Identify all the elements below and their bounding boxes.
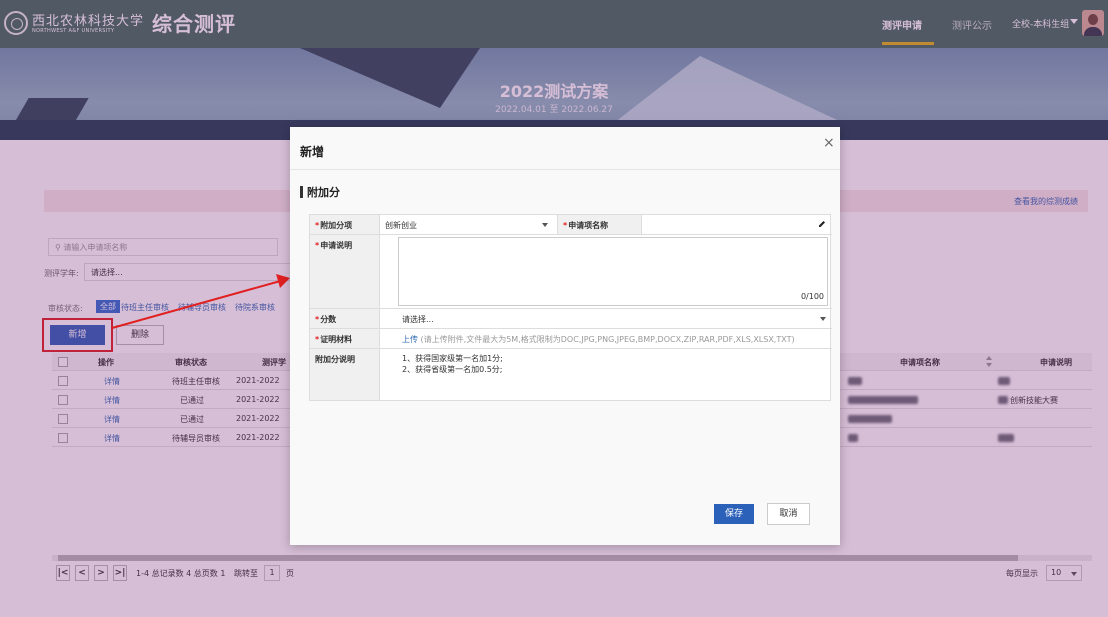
item-name-label: *申请项名称 <box>558 215 642 235</box>
close-icon[interactable]: × <box>823 135 835 151</box>
chevron-down-icon <box>820 317 826 321</box>
description-label: *申请说明 <box>310 235 380 309</box>
dialog-divider <box>290 169 840 170</box>
description-label-text: 申请说明 <box>320 241 353 250</box>
evidence-label-text: 证明材料 <box>320 335 353 344</box>
required-mark: * <box>315 241 320 250</box>
bonus-note-line: 1、获得国家级第一名加1分; <box>402 354 503 363</box>
required-mark: * <box>315 335 320 344</box>
upload-hint: (请上传附件,文件最大为5M,格式限制为DOC,JPG,PNG,JPEG,BMP… <box>420 335 795 344</box>
item-name-input[interactable] <box>642 215 832 235</box>
bonus-notes-label: 附加分说明 <box>310 349 380 401</box>
item-name-label-text: 申请项名称 <box>568 221 609 230</box>
score-value: 请选择... <box>402 315 434 324</box>
upload-link[interactable]: 上传 <box>402 335 418 344</box>
score-label-text: 分数 <box>320 315 337 324</box>
cancel-button[interactable]: 取消 <box>767 503 810 525</box>
category-label: *附加分项 <box>310 215 380 235</box>
required-mark: * <box>563 221 568 230</box>
evidence-field: 上传 (请上传附件,文件最大为5M,格式限制为DOC,JPG,PNG,JPEG,… <box>380 329 832 349</box>
required-mark: * <box>315 315 320 324</box>
bonus-note-line: 2、获得省级第一名加0.5分; <box>402 365 503 374</box>
add-dialog: 新增 × 附加分 *附加分项 创新创业 *申请项名称 *申请说明 0/100 *… <box>290 127 840 545</box>
required-mark: * <box>315 221 320 230</box>
pencil-icon[interactable] <box>818 220 826 228</box>
category-value: 创新创业 <box>385 221 417 230</box>
category-label-text: 附加分项 <box>320 221 353 230</box>
evidence-label: *证明材料 <box>310 329 380 349</box>
dialog-title: 新增 <box>300 145 325 159</box>
category-select[interactable]: 创新创业 <box>380 215 558 235</box>
score-label: *分数 <box>310 309 380 329</box>
section-marker <box>300 186 303 198</box>
section-title: 附加分 <box>307 186 340 199</box>
score-select[interactable]: 请选择... <box>380 309 832 329</box>
bonus-form: *附加分项 创新创业 *申请项名称 *申请说明 0/100 *分数 请选择...… <box>309 214 832 401</box>
description-textarea[interactable] <box>398 237 828 306</box>
chevron-down-icon <box>542 223 548 227</box>
save-button[interactable]: 保存 <box>714 504 754 524</box>
char-counter: 0/100 <box>800 292 824 301</box>
bonus-notes: 1、获得国家级第一名加1分; 2、获得省级第一名加0.5分; <box>380 349 832 401</box>
description-area: 0/100 <box>380 235 832 309</box>
